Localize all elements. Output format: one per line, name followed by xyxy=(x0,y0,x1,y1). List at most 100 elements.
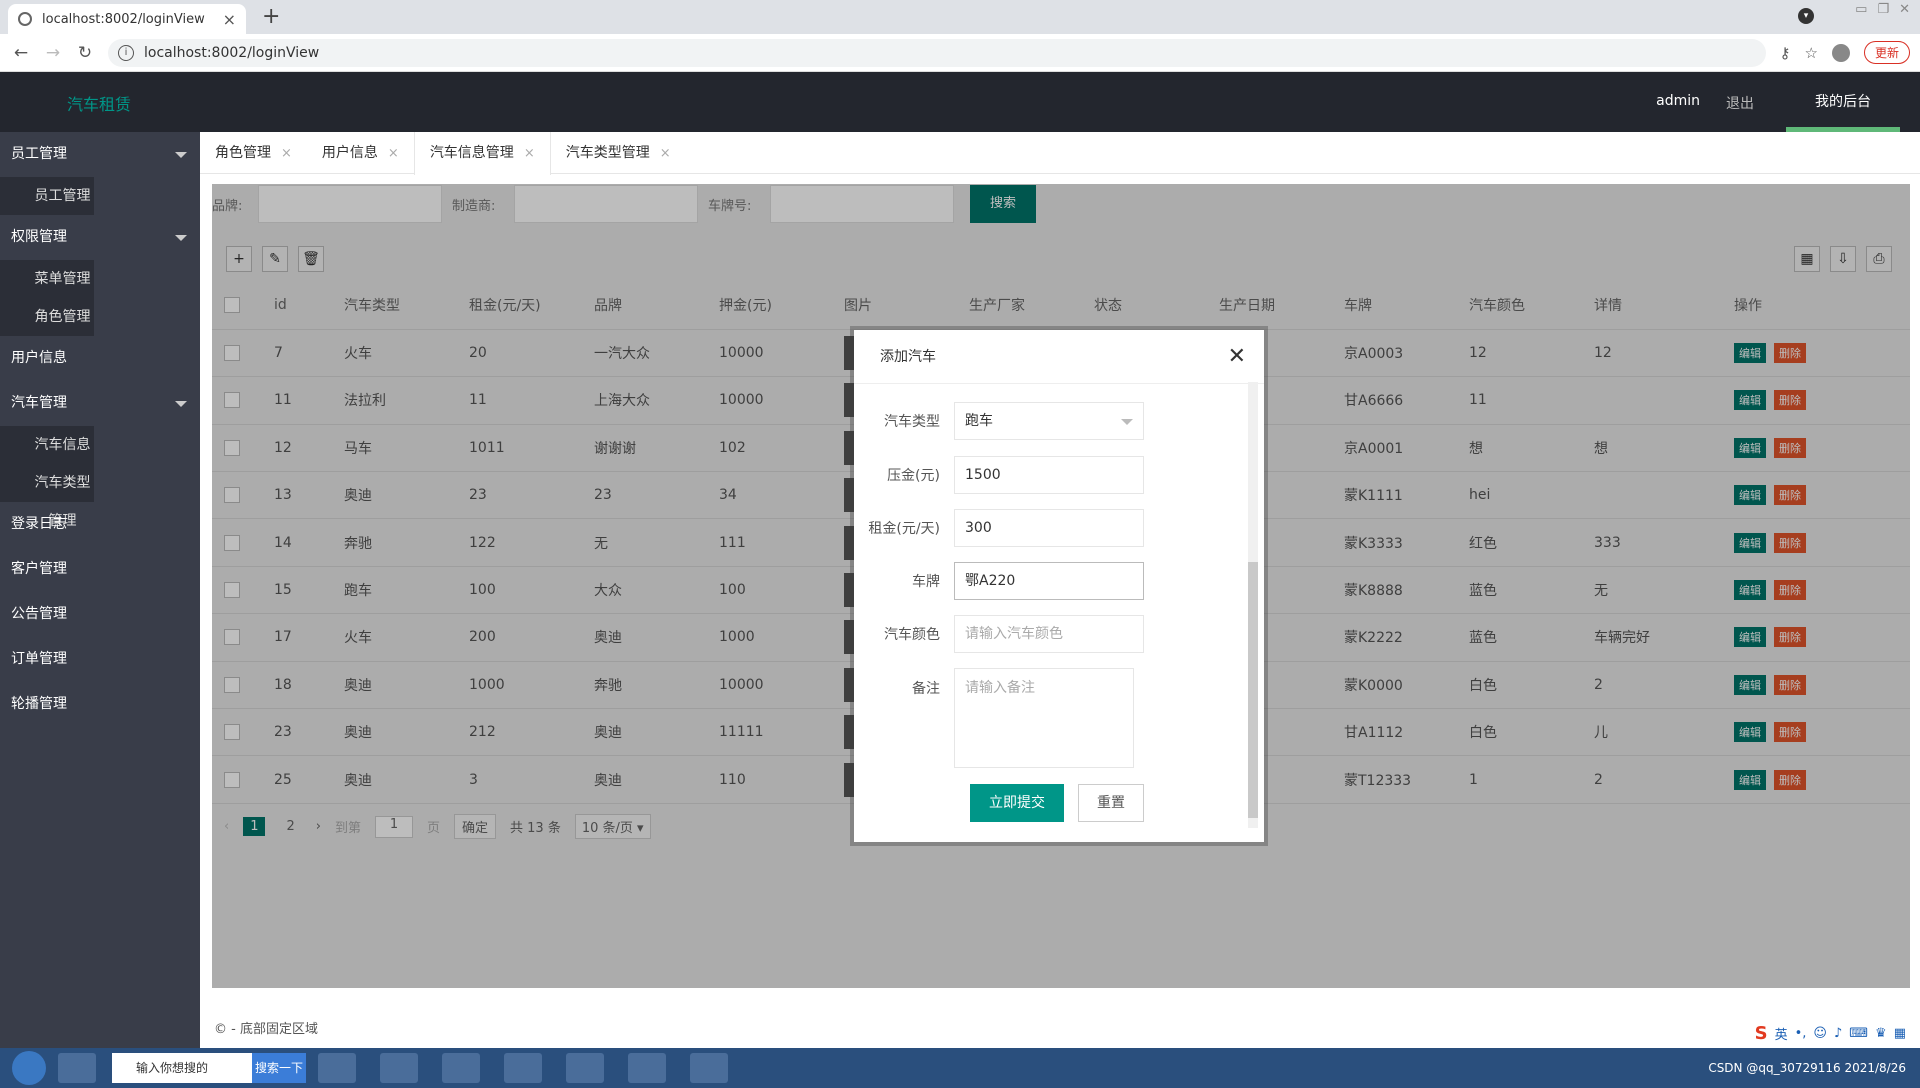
form-row-plate: 车牌 鄂A220 xyxy=(854,562,1144,600)
close-icon[interactable]: × xyxy=(524,146,535,161)
browser-tab[interactable]: localhost:8002/loginView × xyxy=(8,4,246,34)
address-bar: ← → ↻ i localhost:8002/loginView ⚷ ☆ 更新 xyxy=(0,34,1920,72)
submit-button[interactable]: 立即提交 xyxy=(970,784,1064,822)
sidebar-item-menu[interactable]: 菜单管理 xyxy=(0,260,94,298)
dialog-scrollbar[interactable] xyxy=(1248,382,1258,828)
taskbar-search-button[interactable]: 搜索一下 xyxy=(252,1053,306,1083)
close-window-icon[interactable]: ✕ xyxy=(1899,2,1910,17)
sidebar-item-customer[interactable]: 客户管理 xyxy=(0,547,200,592)
folder-icon[interactable] xyxy=(628,1053,666,1083)
close-icon[interactable]: × xyxy=(660,146,671,161)
globe-icon xyxy=(18,12,32,26)
tab-car-type[interactable]: 汽车类型管理 × xyxy=(551,132,686,174)
deposit-label: 压金(元) xyxy=(887,468,940,484)
plate-input[interactable]: 鄂A220 xyxy=(954,562,1144,600)
key-icon[interactable]: ⚷ xyxy=(1780,44,1791,62)
profile-icon[interactable] xyxy=(1831,43,1850,62)
star-icon[interactable]: ☆ xyxy=(1805,44,1818,62)
form-row-car-type: 汽车类型 跑车 xyxy=(854,402,1144,440)
restore-icon[interactable]: ❐ xyxy=(1877,2,1889,17)
car-type-select[interactable]: 跑车 xyxy=(954,402,1144,440)
app-icon[interactable] xyxy=(58,1053,96,1083)
form-actions: 立即提交 重置 xyxy=(970,784,1144,822)
ime-keyboard-icon[interactable]: ⌨ xyxy=(1849,1026,1868,1041)
chevron-down-icon xyxy=(1121,419,1133,425)
sidebar-group-permission[interactable]: 权限管理 xyxy=(0,215,200,260)
close-icon[interactable]: × xyxy=(281,146,292,161)
ime-skin-icon[interactable]: ♛ xyxy=(1875,1026,1887,1041)
new-tab-icon[interactable]: + xyxy=(262,4,280,29)
remark-label: 备注 xyxy=(912,681,940,697)
url-text: localhost:8002/loginView xyxy=(144,44,320,61)
sidebar-item-carousel[interactable]: 轮播管理 xyxy=(0,682,200,727)
tray-text: CSDN @qq_30729116 2021/8/26 xyxy=(1708,1061,1906,1075)
username-link[interactable]: admin xyxy=(1656,93,1700,113)
footer-text: © - 底部固定区域 xyxy=(214,1022,318,1037)
sidebar: 员工管理 员工管理 权限管理 菜单管理 角色管理 用户信息 汽车管理 汽车信息管… xyxy=(0,132,200,1088)
add-car-dialog: 添加汽车 ✕ 汽车类型 跑车 压金(元) 1500 租金(元/天) 300 车牌… xyxy=(854,330,1264,842)
plate-label: 车牌 xyxy=(912,574,940,590)
color-input[interactable]: 请输入汽车颜色 xyxy=(954,615,1144,653)
app-icon[interactable] xyxy=(690,1053,728,1083)
reset-button[interactable]: 重置 xyxy=(1078,784,1144,822)
ime-toolbar: S 英 •, ☺ ♪ ⌨ ♛ ▦ xyxy=(1755,1023,1906,1044)
form-row-rent: 租金(元/天) 300 xyxy=(854,509,1144,547)
tab-car-info[interactable]: 汽车信息管理 × xyxy=(413,132,551,175)
back-icon[interactable]: ← xyxy=(10,43,32,63)
app-icon[interactable] xyxy=(504,1053,542,1083)
my-backstage-link[interactable]: 我的后台 xyxy=(1786,72,1900,132)
chrome-icon[interactable] xyxy=(442,1053,480,1083)
sidebar-item-login-log[interactable]: 登录日志 xyxy=(0,502,200,547)
ime-menu-icon[interactable]: ▦ xyxy=(1894,1026,1906,1041)
start-icon[interactable] xyxy=(12,1051,46,1085)
car-type-label: 汽车类型 xyxy=(884,414,940,430)
minimize-icon[interactable]: ▭ xyxy=(1855,2,1867,17)
sidebar-item-user-info[interactable]: 用户信息 xyxy=(0,336,200,381)
deposit-input[interactable]: 1500 xyxy=(954,456,1144,494)
update-button[interactable]: 更新 xyxy=(1863,41,1910,64)
sidebar-group-car[interactable]: 汽车管理 xyxy=(0,381,200,426)
caret-down-icon xyxy=(175,235,187,241)
sidebar-item-order[interactable]: 订单管理 xyxy=(0,637,200,682)
form-row-deposit: 压金(元) 1500 xyxy=(854,456,1144,494)
form-row-remark: 备注 请输入备注 xyxy=(854,668,1134,768)
browser-tab-bar: localhost:8002/loginView × + ▾ ▭ ❐ ✕ xyxy=(0,0,1920,34)
ime-punct-icon[interactable]: •, xyxy=(1795,1026,1807,1041)
remark-textarea[interactable]: 请输入备注 xyxy=(954,668,1134,768)
caret-down-icon xyxy=(175,152,187,158)
color-label: 汽车颜色 xyxy=(884,627,940,643)
explorer-icon[interactable] xyxy=(318,1053,356,1083)
tab-role[interactable]: 角色管理 × xyxy=(200,132,307,174)
browser-tab-title: localhost:8002/loginView xyxy=(42,11,205,27)
close-tab-icon[interactable]: × xyxy=(223,10,236,29)
close-icon[interactable]: ✕ xyxy=(1228,344,1246,369)
ime-emoji-icon[interactable]: ☺ xyxy=(1813,1026,1827,1041)
logout-link[interactable]: 退出 xyxy=(1726,93,1754,113)
sidebar-item-car-info[interactable]: 汽车信息管理 xyxy=(0,426,94,491)
scrollbar-thumb[interactable] xyxy=(1248,562,1258,818)
app-logo[interactable]: 汽车租赁 xyxy=(67,91,131,115)
url-field[interactable]: i localhost:8002/loginView xyxy=(108,38,1766,67)
close-icon[interactable]: × xyxy=(388,146,399,161)
sidebar-item-staff[interactable]: 员工管理 xyxy=(0,177,94,215)
taskbar-search-input[interactable]: 输入你想搜的 xyxy=(112,1053,252,1083)
tab-user-info[interactable]: 用户信息 × xyxy=(307,132,414,174)
tab-search-icon[interactable]: ▾ xyxy=(1798,8,1814,24)
dialog-title: 添加汽车 xyxy=(854,330,1264,384)
forward-icon[interactable]: → xyxy=(42,43,64,63)
sidebar-item-car-type[interactable]: 汽车类型管理 xyxy=(0,464,94,529)
sidebar-group-staff[interactable]: 员工管理 xyxy=(0,132,200,177)
info-icon[interactable]: i xyxy=(118,44,134,61)
sidebar-item-role[interactable]: 角色管理 xyxy=(0,298,94,336)
form-row-color: 汽车颜色 请输入汽车颜色 xyxy=(854,615,1144,653)
sogou-icon[interactable]: S xyxy=(1755,1023,1768,1044)
ime-mic-icon[interactable]: ♪ xyxy=(1834,1026,1842,1041)
reload-icon[interactable]: ↻ xyxy=(74,43,96,63)
ime-lang[interactable]: 英 xyxy=(1775,1024,1788,1043)
rent-input[interactable]: 300 xyxy=(954,509,1144,547)
firefox-icon[interactable] xyxy=(380,1053,418,1083)
system-tray: CSDN @qq_30729116 2021/8/26 xyxy=(1708,1061,1920,1075)
intellij-icon[interactable] xyxy=(566,1053,604,1083)
sidebar-item-notice[interactable]: 公告管理 xyxy=(0,592,200,637)
window-controls: ▭ ❐ ✕ xyxy=(1855,2,1910,17)
